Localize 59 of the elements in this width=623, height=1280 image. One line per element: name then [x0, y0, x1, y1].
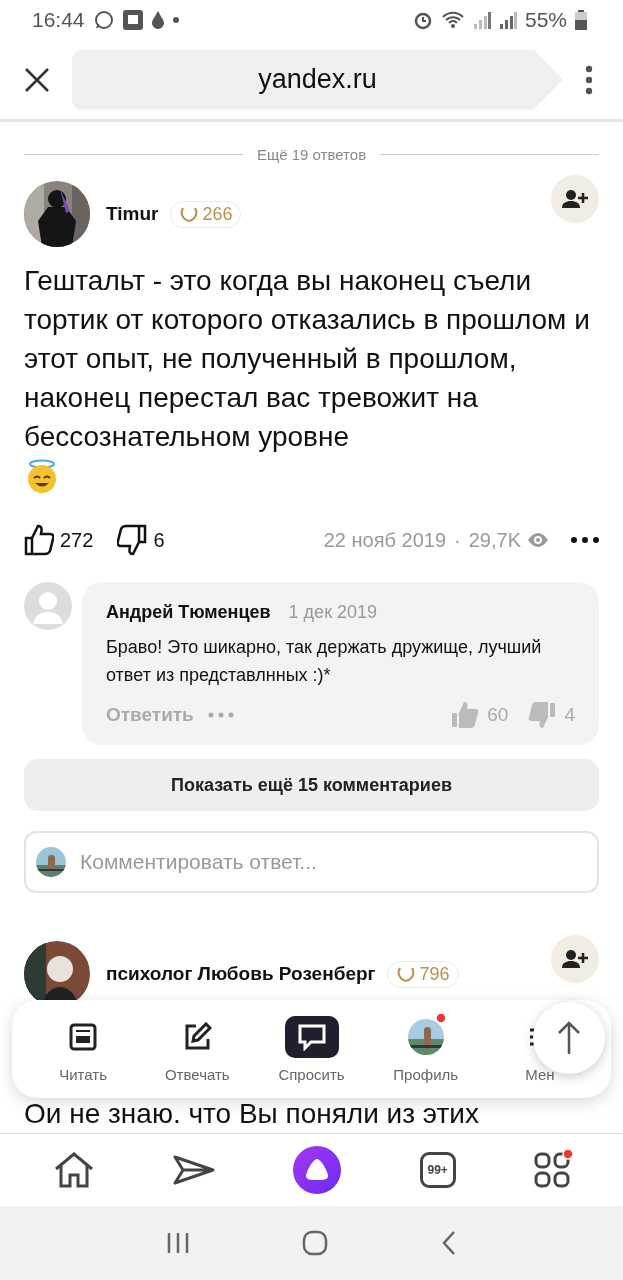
nav-item[interactable]: Спросить	[254, 1015, 369, 1083]
arrow-up-icon	[557, 1020, 581, 1056]
back-icon[interactable]	[440, 1230, 457, 1256]
close-icon[interactable]	[24, 66, 50, 93]
home-icon[interactable]	[302, 1230, 329, 1256]
thumbs-up-icon[interactable]	[24, 524, 54, 556]
home-icon	[53, 1151, 96, 1189]
answer-date: 22 нояб 2019	[323, 528, 447, 552]
thumbs-down-icon[interactable]	[528, 701, 557, 729]
dislike-count: 4	[564, 704, 575, 726]
wifi-icon	[440, 10, 465, 30]
drop-icon	[150, 10, 165, 30]
laurel-icon	[396, 965, 417, 983]
app-icon	[122, 10, 143, 30]
comment-field[interactable]: Комментировать ответ...	[24, 831, 599, 893]
author-name[interactable]: психолог Любовь Розенберг	[106, 963, 376, 985]
nav-item[interactable]: Профиль	[368, 1015, 483, 1083]
follow-button[interactable]	[551, 175, 599, 223]
add-person-icon	[562, 189, 588, 209]
thumbs-down-icon[interactable]	[117, 524, 148, 556]
answer-text: Ои не знаю. что Вы поняли из этих	[24, 1097, 480, 1131]
signal-icon	[472, 10, 491, 30]
apps-grid-icon	[533, 1152, 570, 1188]
dot-icon	[172, 17, 179, 23]
paper-plane-icon	[173, 1153, 216, 1187]
add-person-icon	[562, 949, 588, 969]
chat-icon	[92, 9, 115, 31]
chat-icon	[296, 1022, 327, 1051]
thumbs-up-icon[interactable]	[451, 701, 480, 729]
laurel-icon	[179, 205, 200, 223]
view-count: 29,7K	[468, 528, 521, 552]
show-more-comments-button[interactable]: Показать ещё 15 комментариев	[24, 759, 599, 811]
comment-input[interactable]: Комментировать ответ...	[78, 849, 587, 875]
alarm-icon	[412, 10, 433, 30]
reader-icon	[68, 1021, 99, 1052]
like-count: 60	[487, 704, 509, 726]
separator-dot: ·	[454, 528, 461, 552]
comment-author[interactable]: Андрей Тюменцев	[106, 602, 271, 623]
menu-icon[interactable]	[585, 64, 593, 95]
assistant-icon	[293, 1146, 342, 1194]
status-time: 16:44	[32, 8, 85, 32]
like-count: 272	[60, 528, 94, 552]
comment-date: 1 дек 2019	[288, 602, 378, 623]
address-bar[interactable]: yandex.ru	[72, 49, 563, 110]
author-name[interactable]: Timur	[106, 203, 159, 225]
more-icon[interactable]	[571, 537, 599, 543]
signal-icon	[498, 10, 517, 30]
comment-text: Браво! Это шикарно, так держать дружище, лучший ответ из представлнных :)*	[106, 636, 543, 687]
avatar-icon	[24, 582, 72, 630]
battery-level: 55%	[524, 8, 567, 32]
battery-icon	[575, 10, 587, 30]
more-answers-label[interactable]: Ещё 19 ответов	[256, 146, 367, 163]
eye-icon	[527, 532, 549, 548]
recent-apps-icon[interactable]	[166, 1232, 191, 1254]
dislike-count: 6	[153, 528, 165, 552]
answer-text: Гештальт - это когда вы наконец съели тортик от которого отказались в прошлом и этот опыт, не полученный в прошлом, наконец перестал вас тревожит на бессознательном уровне	[24, 264, 591, 454]
nav-item[interactable]: Отвечать	[140, 1015, 255, 1083]
follow-button[interactable]	[551, 935, 599, 983]
nav-item[interactable]: Читать	[26, 1015, 141, 1083]
